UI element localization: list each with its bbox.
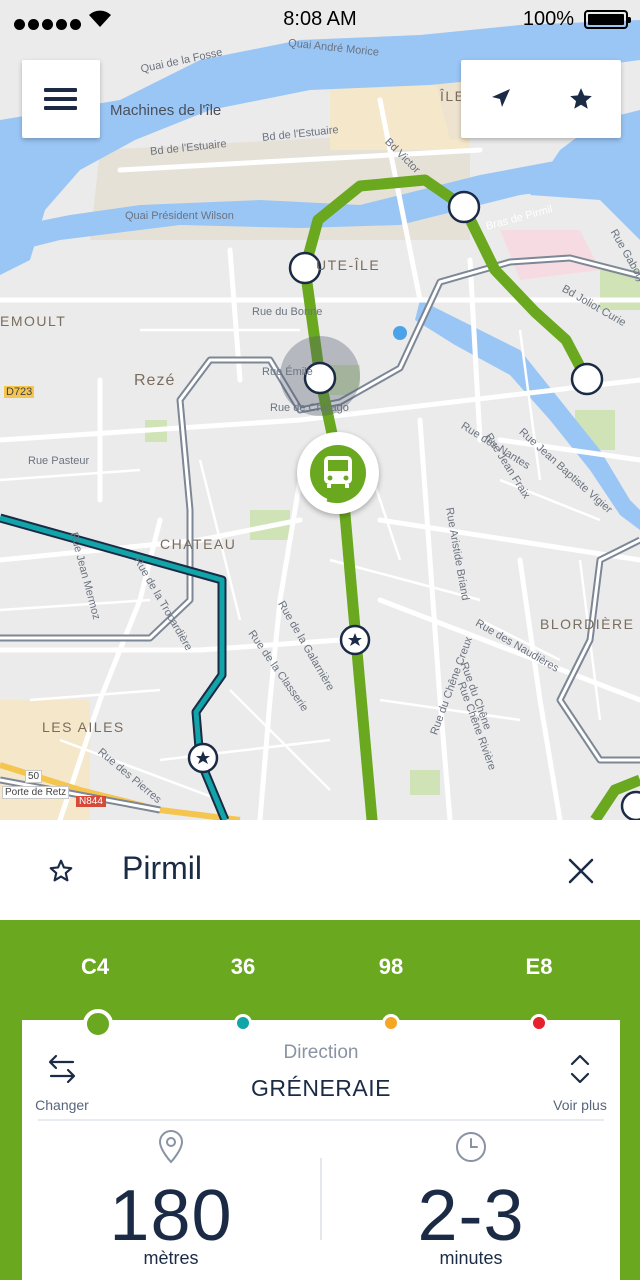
line-tab-98[interactable]: 98	[351, 954, 431, 980]
direction-label: Direction	[283, 1042, 359, 1063]
distance-unit: mètres	[143, 1248, 199, 1268]
departure-card: Changer Direction GRÉNERAIE Voir plus 18…	[22, 1009, 620, 1280]
map-label: Rue Émile	[262, 366, 313, 378]
map-label: Rue du Bonne	[252, 306, 323, 318]
line-indicator-c4	[83, 1009, 113, 1039]
location-pin-icon	[158, 1130, 184, 1164]
road-shield: 50	[25, 770, 43, 783]
stop-name: Pirmil	[122, 850, 202, 886]
battery-percent: 100%	[522, 8, 574, 30]
map-label: Rezé	[134, 372, 176, 389]
map-label: UTE-ÎLE	[316, 257, 381, 273]
wait-time-metric: 2-3 minutes	[322, 1130, 620, 1269]
direction-value: GRÉNERAIE	[251, 1075, 391, 1101]
battery-icon	[584, 10, 631, 29]
map-label: Machines de l'île	[110, 102, 222, 119]
map-label: BLORDIÈRE	[540, 616, 635, 632]
map-label: Rue de Chicago	[270, 402, 349, 414]
navigation-arrow-icon	[492, 89, 510, 107]
line-indicator-98	[382, 1014, 400, 1032]
line-selector: C4 36 98 E8 Changer Direction GRÉNERAIE	[0, 920, 640, 1280]
star-icon	[570, 88, 592, 109]
panel-header: Pirmil	[0, 820, 640, 920]
line-tab-36[interactable]: 36	[203, 954, 283, 980]
wait-time-value: 2-3	[417, 1176, 525, 1256]
road-shield: D723	[4, 386, 35, 398]
voir-plus-label: Voir plus	[553, 1097, 607, 1113]
divider	[38, 1119, 604, 1121]
map-label: EMOULT	[0, 313, 67, 329]
bus-icon	[310, 445, 366, 504]
road-shield: N844	[76, 796, 106, 807]
line-indicator-36	[234, 1014, 252, 1032]
close-icon[interactable]	[566, 856, 596, 886]
map-label: Rue Pasteur	[28, 455, 90, 467]
stop-details-panel: Pirmil C4 36 98 E8 Changer Direction GRÉ…	[0, 820, 640, 1280]
road-shield: Porte de Retz	[2, 786, 70, 799]
map-label: Quai Président Wilson	[125, 210, 234, 222]
line-indicator-e8	[530, 1014, 548, 1032]
clock-icon	[456, 1132, 486, 1162]
status-bar: 8:08 AM 100%	[0, 0, 640, 40]
map-label: CHATEAU	[160, 536, 237, 552]
bus-stop-marker[interactable]	[297, 432, 379, 514]
line-tab-e8[interactable]: E8	[499, 954, 579, 980]
star-outline-icon[interactable]	[48, 858, 74, 884]
line-tab-c4[interactable]: C4	[55, 954, 135, 980]
distance-metric: 180 mètres	[22, 1130, 320, 1269]
map-actions	[461, 60, 621, 138]
wait-time-unit: minutes	[439, 1248, 503, 1268]
locate-button[interactable]	[461, 60, 541, 138]
distance-value: 180	[109, 1176, 233, 1256]
map-label: LES AILES	[42, 719, 125, 735]
voir-plus-button[interactable]: Voir plus	[546, 1052, 614, 1113]
favorites-button[interactable]	[541, 60, 621, 138]
menu-button[interactable]	[22, 60, 100, 138]
expand-chevrons-icon	[570, 1054, 590, 1084]
